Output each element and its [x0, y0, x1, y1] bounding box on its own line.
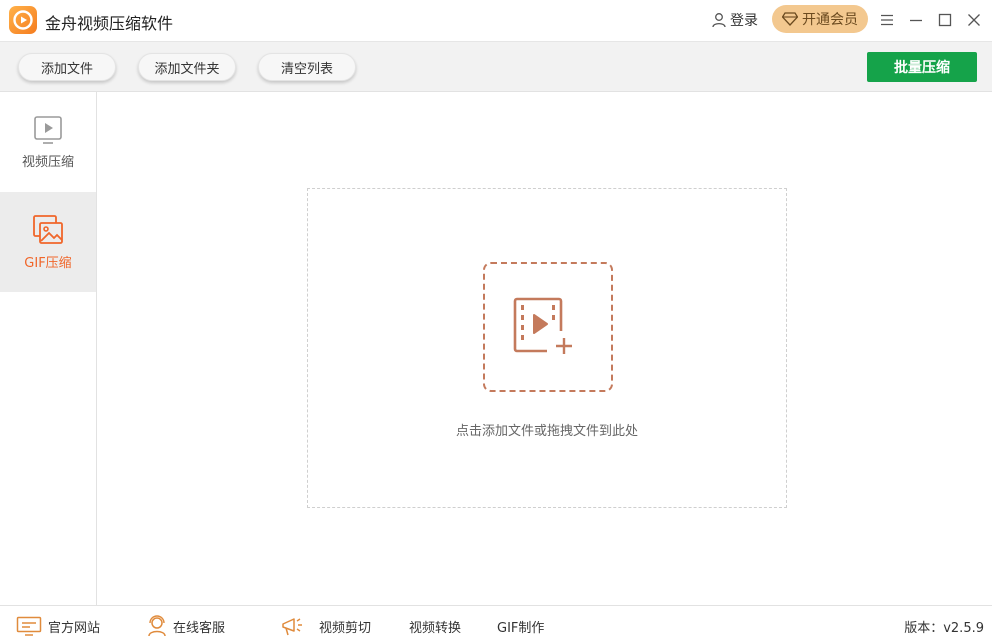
online-service-link[interactable]: 在线客服 — [147, 615, 225, 637]
video-cut-label: 视频剪切 — [319, 620, 372, 636]
drop-hint-text: 点击添加文件或拖拽文件到此处 — [455, 424, 638, 439]
footer: 官方网站 在线客服 视频剪切 视频转换 GIF制作 版本：v2.5.9 — [0, 605, 992, 641]
minimize-icon[interactable] — [907, 11, 925, 29]
sidebar-item-label: 视频压缩 — [21, 154, 74, 170]
megaphone-icon — [282, 618, 302, 636]
toolbar: 添加文件 添加文件夹 清空列表 批量压缩 — [0, 42, 992, 92]
official-site-link[interactable]: 官方网站 — [16, 615, 100, 637]
vip-label: 开通会员 — [802, 12, 858, 28]
video-play-icon — [34, 115, 62, 144]
gif-make-label: GIF制作 — [497, 620, 545, 636]
app-title: 金舟视频压缩软件 — [45, 14, 174, 33]
official-site-label: 官方网站 — [48, 620, 101, 636]
add-video-icon — [513, 297, 572, 354]
add-file-button[interactable]: 添加文件 — [18, 53, 116, 81]
customer-service-icon — [148, 615, 166, 637]
batch-compress-button[interactable]: 批量压缩 — [867, 52, 977, 82]
user-icon — [712, 13, 726, 28]
sidebar-item-gif-compress[interactable]: GIF压缩 — [0, 192, 96, 292]
add-file-area[interactable] — [483, 262, 613, 392]
sidebar-item-video-compress[interactable]: 视频压缩 — [0, 92, 96, 192]
image-icon — [33, 214, 63, 244]
title-bar: 金舟视频压缩软件 登录 开通会员 — [0, 0, 992, 42]
video-cut-link[interactable]: 视频剪切 — [280, 615, 371, 637]
maximize-icon[interactable] — [936, 11, 954, 29]
login-button[interactable]: 登录 — [711, 9, 758, 31]
video-convert-link[interactable]: 视频转换 — [409, 615, 461, 637]
gif-make-link[interactable]: GIF制作 — [497, 615, 544, 637]
vip-button[interactable]: 开通会员 — [772, 5, 868, 33]
drop-zone[interactable]: 点击添加文件或拖拽文件到此处 — [307, 188, 787, 508]
login-label: 登录 — [730, 13, 758, 29]
monitor-icon — [16, 616, 42, 636]
clear-list-button[interactable]: 清空列表 — [258, 53, 356, 81]
video-convert-label: 视频转换 — [409, 620, 462, 636]
app-logo-icon — [9, 6, 37, 34]
add-folder-button[interactable]: 添加文件夹 — [138, 53, 236, 81]
version-text: 版本：v2.5.9 — [904, 621, 984, 636]
online-service-label: 在线客服 — [173, 620, 226, 636]
menu-icon[interactable] — [878, 11, 896, 29]
diamond-icon — [782, 12, 798, 26]
sidebar-item-label: GIF压缩 — [24, 255, 72, 271]
sidebar: 视频压缩 GIF压缩 — [0, 92, 97, 605]
close-icon[interactable] — [965, 11, 983, 29]
